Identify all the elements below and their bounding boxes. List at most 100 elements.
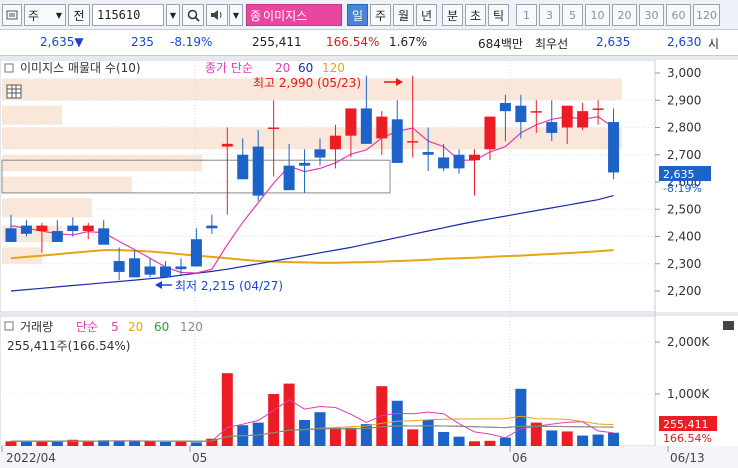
- volume-summary-text: 255,411주(166.54%): [7, 339, 130, 353]
- volume-profile-bar: [2, 154, 202, 172]
- volume-profile-bar: [2, 198, 92, 218]
- interval-button-3[interactable]: 10: [585, 4, 610, 26]
- volume-bar: [407, 429, 419, 446]
- volume-bar: [36, 441, 48, 446]
- volume-bar: [453, 436, 465, 446]
- interval-button-6[interactable]: 60: [666, 4, 691, 26]
- low-label: 최저 2,215 (04/27): [175, 279, 283, 293]
- candle-body: [515, 105, 527, 123]
- volume-bar: [484, 440, 496, 446]
- sound-dropdown-button[interactable]: ▼: [229, 4, 243, 26]
- volume-settings-icon[interactable]: [723, 321, 734, 330]
- current-volume-tag-text: 255,411: [663, 418, 709, 431]
- period-select-value: 전: [73, 8, 85, 23]
- volume-bar: [144, 440, 156, 446]
- tab-period-4[interactable]: 분: [442, 4, 463, 26]
- interval-button-0[interactable]: 1: [516, 4, 537, 26]
- candle-body: [252, 146, 264, 196]
- panel-divider: [0, 312, 738, 316]
- sound-button[interactable]: [206, 4, 228, 26]
- tab-period-0[interactable]: 일: [347, 4, 368, 26]
- volume-bar: [283, 383, 295, 446]
- volume-bar: [129, 441, 141, 446]
- price-tick-label: 3,000: [667, 66, 701, 80]
- price-tick-label: 2,900: [667, 93, 701, 107]
- price-change: 235: [131, 35, 154, 49]
- best-bid: 2,630: [667, 35, 702, 49]
- interval-button-7[interactable]: 120: [693, 4, 720, 26]
- market-select[interactable]: 주 ▼: [24, 4, 66, 26]
- search-button[interactable]: [182, 4, 204, 26]
- stock-code-value: 115610: [97, 8, 141, 22]
- volume-legend-ma20: 20: [128, 320, 143, 334]
- volume-bar: [82, 441, 94, 446]
- current-price-tag-text: 2,635: [663, 168, 695, 181]
- volume-bar: [113, 440, 125, 446]
- volume-ratio: 166.54%: [326, 35, 380, 49]
- chevron-down-icon: ▼: [232, 10, 240, 20]
- stock-type-icon[interactable]: [2, 4, 22, 26]
- chart-toolbar: 주 ▼ 전 115610 ▼ ▼ 종 이미지스 일주월년분초틱 1 3 5 10 20 3…: [0, 0, 738, 30]
- volume-bar: [5, 441, 17, 446]
- candle-body: [561, 105, 573, 128]
- tab-period-5[interactable]: 초: [465, 4, 486, 26]
- candle-body: [360, 108, 372, 144]
- best-ask: 2,635: [596, 35, 631, 49]
- candle-body: [484, 116, 496, 150]
- volume-bar: [592, 434, 604, 446]
- tab-period-6[interactable]: 틱: [488, 4, 509, 26]
- volume-bar: [422, 420, 434, 446]
- candle-body: [438, 157, 450, 169]
- price-tick-label: 2,200: [667, 284, 701, 298]
- legend-stock-name: 이미지스 매물대 수(10): [20, 61, 141, 75]
- candle-body: [376, 116, 388, 139]
- open-label: 시: [708, 37, 720, 51]
- chevron-down-icon: ▼: [55, 10, 62, 20]
- legend-ma120: 120: [322, 61, 345, 75]
- volume-bar: [515, 388, 527, 446]
- market-select-value: 주: [28, 8, 40, 23]
- price-tick-label: 2,800: [667, 121, 701, 135]
- candle-body: [160, 266, 171, 278]
- high-label: 최고 2,990 (05/23): [253, 76, 361, 90]
- candle-body: [469, 154, 480, 161]
- candle-body: [175, 266, 187, 270]
- legend-ma20: 20: [275, 61, 290, 75]
- stock-name-field[interactable]: 종 이미지스: [246, 4, 342, 26]
- volume-profile-bar: [2, 105, 62, 125]
- volume-bar: [499, 437, 511, 446]
- current-pct-tag-text: -8.19%: [663, 182, 702, 195]
- candle-body: [190, 239, 202, 267]
- volume-bar: [391, 400, 403, 446]
- volume-bar: [175, 441, 187, 446]
- candle-body: [329, 135, 341, 150]
- current-volume-pct-text: 166.54%: [663, 432, 712, 445]
- x-label-june: 06: [512, 451, 527, 465]
- interval-button-5[interactable]: 30: [639, 4, 664, 26]
- search-icon: [187, 9, 200, 22]
- candle-body: [499, 102, 511, 112]
- price-tick-label: 2,300: [667, 257, 701, 271]
- candle-body: [391, 119, 403, 163]
- table-toggle-icon[interactable]: [6, 84, 22, 99]
- interval-button-2[interactable]: 5: [562, 4, 583, 26]
- volume-bar: [299, 420, 311, 446]
- interval-button-1[interactable]: 3: [539, 4, 560, 26]
- candle-body: [577, 111, 589, 128]
- tab-period-3[interactable]: 년: [416, 4, 437, 26]
- stock-chart[interactable]: 3,0002,9002,8002,7002,6002,5002,4002,300…: [0, 60, 738, 468]
- volume-bar: [329, 427, 341, 446]
- period-select[interactable]: 전: [68, 4, 90, 26]
- code-dropdown-button[interactable]: ▼: [166, 4, 180, 26]
- tab-period-2[interactable]: 월: [393, 4, 414, 26]
- candle-body: [221, 143, 233, 147]
- price-tick-label: 2,700: [667, 148, 701, 162]
- tab-period-1[interactable]: 주: [370, 4, 391, 26]
- stock-name: 이미지스: [263, 8, 308, 23]
- candle-body: [129, 258, 141, 278]
- trade-value: 684백만: [478, 37, 523, 51]
- candle-body: [67, 225, 79, 232]
- stock-code-input[interactable]: 115610: [92, 4, 164, 26]
- interval-button-4[interactable]: 20: [612, 4, 637, 26]
- price-change-pct: -8.19%: [170, 35, 213, 49]
